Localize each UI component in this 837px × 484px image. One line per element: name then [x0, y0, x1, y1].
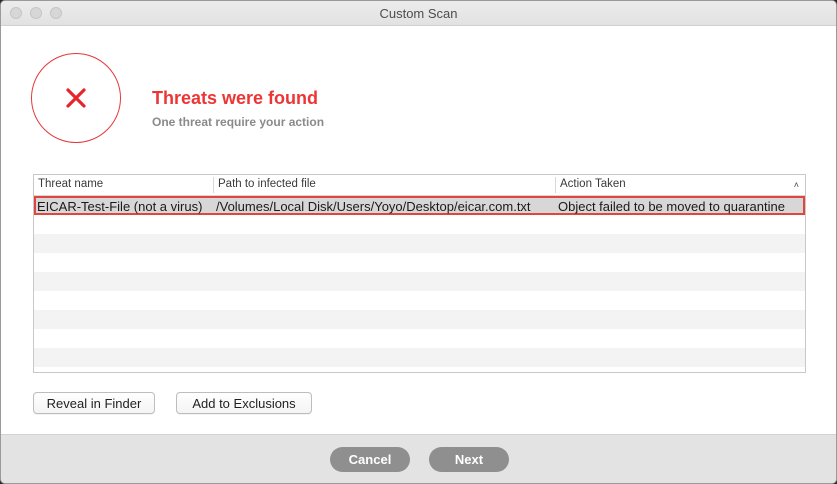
path-cell: /Volumes/Local Disk/Users/Yoyo/Desktop/e… — [216, 199, 531, 214]
empty-table-row — [34, 329, 805, 348]
x-icon — [66, 88, 86, 108]
column-divider[interactable] — [213, 177, 214, 193]
title-bar: Custom Scan — [1, 1, 836, 26]
sort-ascending-icon[interactable]: ˄ — [794, 180, 799, 190]
action-cell: Object failed to be moved to quarantine — [558, 199, 785, 214]
threat-alert-badge — [31, 53, 121, 143]
column-header-path[interactable]: Path to infected file — [218, 178, 316, 190]
reveal-in-finder-button[interactable]: Reveal in Finder — [33, 392, 155, 414]
empty-table-row — [34, 291, 805, 310]
footer-bar: Cancel Next — [1, 434, 836, 483]
empty-table-row — [34, 348, 805, 367]
empty-table-row — [34, 253, 805, 272]
empty-table-row — [34, 367, 805, 372]
next-button[interactable]: Next — [429, 447, 509, 472]
empty-table-row — [34, 310, 805, 329]
column-header-action[interactable]: Action Taken — [560, 178, 626, 190]
empty-table-row — [34, 272, 805, 291]
column-divider[interactable] — [555, 177, 556, 193]
table-header: Threat name Path to infected file Action… — [34, 175, 805, 196]
alert-headline: Threats were found — [152, 88, 319, 108]
alert-subline: One threat require your action — [152, 115, 325, 129]
custom-scan-window: Custom Scan Threats were found One threa… — [0, 0, 837, 484]
table-row[interactable]: EICAR-Test-File (not a virus) /Volumes/L… — [34, 196, 805, 215]
column-header-threat-name[interactable]: Threat name — [38, 178, 103, 190]
threat-name-cell: EICAR-Test-File (not a virus) — [37, 199, 203, 214]
cancel-button[interactable]: Cancel — [330, 447, 410, 472]
empty-table-row — [34, 234, 805, 253]
add-to-exclusions-button[interactable]: Add to Exclusions — [176, 392, 312, 414]
empty-table-row — [34, 215, 805, 234]
window-title: Custom Scan — [379, 6, 458, 21]
threats-table: Threat name Path to infected file Action… — [33, 174, 806, 373]
